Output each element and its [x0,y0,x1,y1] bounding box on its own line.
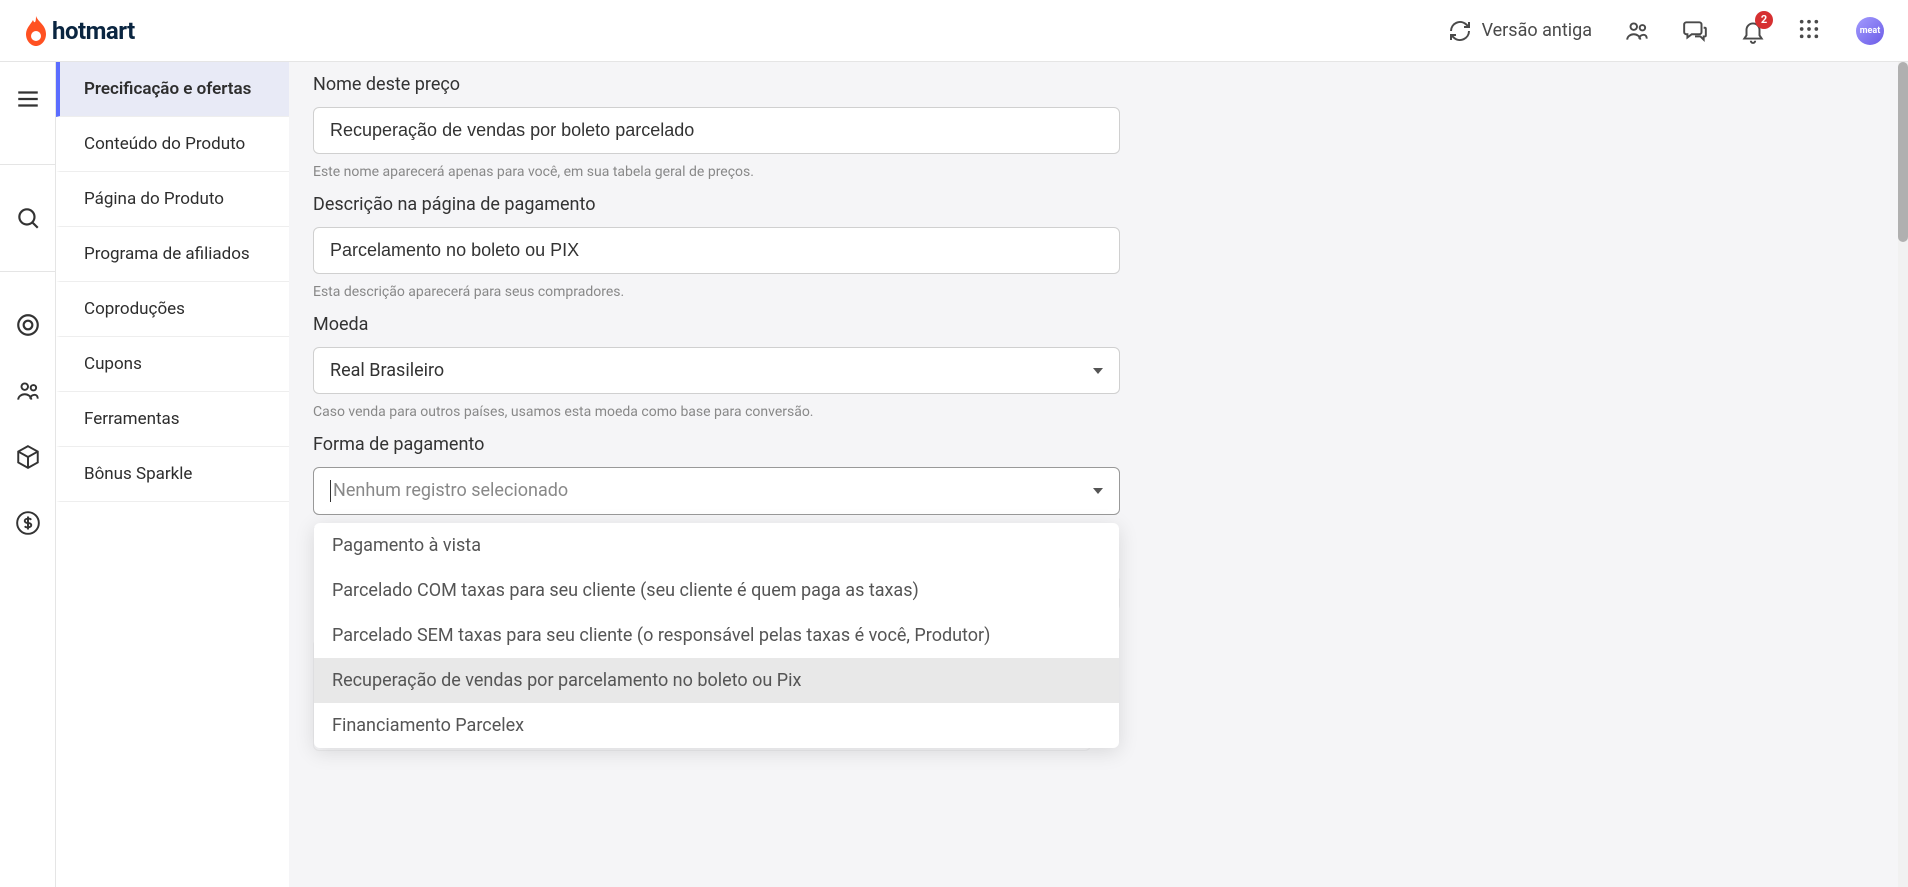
currency-label: Moeda [313,314,1120,335]
field-price-name: Nome deste preço Este nome aparecerá ape… [313,74,1120,180]
header-icons: 2 meat [1624,17,1884,45]
payment-placeholder: Nenhum registro selecionado [333,480,568,501]
nav-tools[interactable]: Ferramentas [56,392,289,447]
notifications-icon[interactable]: 2 [1740,18,1766,44]
field-currency: Moeda Real Brasileiro Caso venda para ou… [313,314,1120,420]
user-avatar[interactable]: meat [1856,17,1884,45]
apps-icon[interactable] [1798,18,1824,44]
currency-help: Caso venda para outros países, usamos es… [313,404,1120,420]
brand-name: hotmart [52,17,135,45]
nav-coproductions[interactable]: Coproduções [56,282,289,337]
divider [0,271,55,272]
refresh-icon [1448,19,1472,43]
nav-coupons[interactable]: Cupons [56,337,289,392]
search-icon[interactable] [15,205,41,231]
currency-value: Real Brasileiro [330,360,444,381]
nav-product-page[interactable]: Página do Produto [56,172,289,227]
dollar-icon[interactable] [15,510,41,536]
nav-pricing[interactable]: Precificação e ofertas [56,62,289,117]
payment-method-select[interactable]: Nenhum registro selecionado Pagamento à … [313,467,1120,515]
payment-option-2[interactable]: Parcelado SEM taxas para seu cliente (o … [314,613,1119,658]
description-label: Descrição na página de pagamento [313,194,1120,215]
flame-icon [24,16,48,46]
payment-option-1[interactable]: Parcelado COM taxas para seu cliente (se… [314,568,1119,613]
payment-option-3[interactable]: Recuperação de vendas por parcelamento n… [314,658,1119,703]
people-icon[interactable] [15,378,41,404]
scrollbar[interactable] [1898,62,1908,887]
notification-badge: 2 [1755,11,1773,29]
description-help: Esta descrição aparecerá para seus compr… [313,284,1120,300]
old-version-label: Versão antiga [1482,20,1592,41]
price-name-input[interactable] [313,107,1120,154]
field-description: Descrição na página de pagamento Esta de… [313,194,1120,300]
description-input[interactable] [313,227,1120,274]
price-name-help: Este nome aparecerá apenas para você, em… [313,164,1120,180]
package-icon[interactable] [15,444,41,470]
field-payment-method: Forma de pagamento Nenhum registro selec… [313,434,1120,751]
payment-label: Forma de pagamento [313,434,1120,455]
divider [0,164,55,165]
nav-sparkle[interactable]: Bônus Sparkle [56,447,289,502]
payment-option-4[interactable]: Financiamento Parcelex [314,703,1119,748]
header-right: Versão antiga 2 meat [1448,17,1884,45]
menu-icon[interactable] [15,86,41,112]
community-icon[interactable] [1624,18,1650,44]
nav-content[interactable]: Conteúdo do Produto [56,117,289,172]
icon-sidebar [0,62,56,887]
nav-sidebar: Precificação e ofertas Conteúdo do Produ… [56,62,289,887]
chevron-down-icon [1093,488,1103,494]
payment-dropdown: Pagamento à vista Parcelado COM taxas pa… [314,523,1119,748]
scrollbar-thumb[interactable] [1898,62,1908,242]
logo[interactable]: hotmart [24,16,135,46]
target-icon[interactable] [15,312,41,338]
nav-affiliates[interactable]: Programa de afiliados [56,227,289,282]
payment-option-0[interactable]: Pagamento à vista [314,523,1119,568]
currency-select[interactable]: Real Brasileiro [313,347,1120,394]
chat-icon[interactable] [1682,18,1708,44]
text-cursor [330,480,331,502]
chevron-down-icon [1093,368,1103,374]
top-header: hotmart Versão antiga 2 meat [0,0,1908,62]
old-version-link[interactable]: Versão antiga [1448,19,1592,43]
price-name-label: Nome deste preço [313,74,1120,95]
main-content: Nome deste preço Este nome aparecerá ape… [289,62,1908,887]
